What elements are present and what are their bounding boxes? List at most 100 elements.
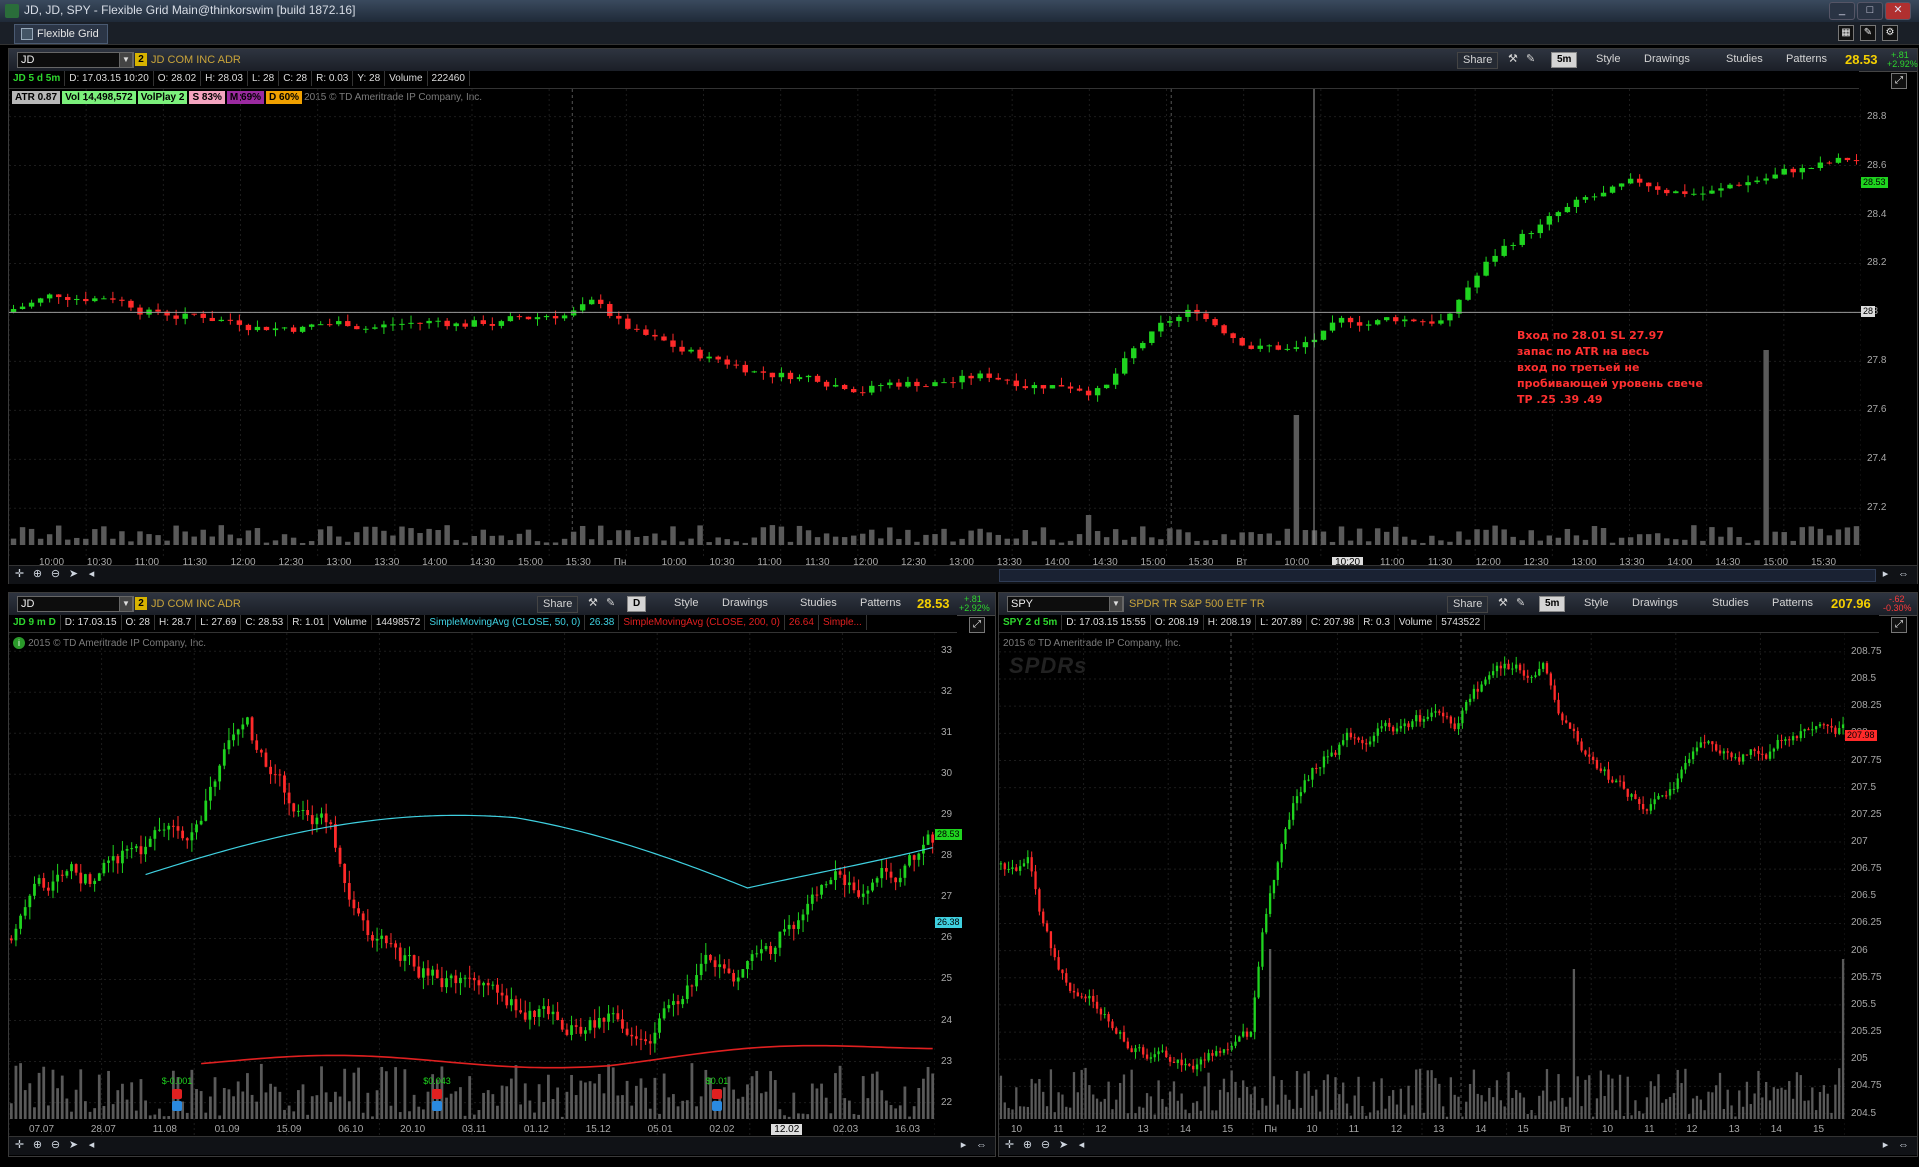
studies-button[interactable]: Studies [1721, 52, 1768, 67]
zoom-in-icon[interactable]: ⊕ [31, 568, 44, 581]
y-tick-label: 27.2 [1867, 502, 1887, 514]
symbol-dropdown[interactable]: ▼ [119, 52, 133, 68]
crosshair-icon[interactable]: ✛ [13, 1139, 26, 1152]
expand-time-icon[interactable]: ⇔ [1897, 1139, 1910, 1152]
crosshair-icon[interactable]: ✛ [1003, 1139, 1016, 1152]
tools-icon[interactable]: ⚒ [1503, 52, 1523, 67]
volume-bar [19, 527, 26, 545]
symbol-input[interactable]: JD [17, 52, 134, 68]
studies-button[interactable]: Studies [1707, 596, 1754, 611]
close-button[interactable]: ✕ [1885, 2, 1911, 20]
x-axis-bottom-left: 07.07 28.07 11.08 01.09 15.09 06.10 20.10 03.11… [9, 1120, 935, 1135]
horizontal-scrollbar[interactable] [999, 569, 1876, 582]
scroll-left-icon[interactable]: ◂ [85, 568, 98, 581]
scroll-left-icon[interactable]: ◂ [85, 1139, 98, 1152]
period-button[interactable]: 5m [1551, 52, 1578, 68]
symbol-input[interactable]: SPY [1007, 596, 1124, 612]
symbol-dropdown[interactable]: ▼ [119, 596, 133, 612]
candle-body [1564, 206, 1571, 213]
pointer-icon[interactable]: ➤ [1057, 1139, 1070, 1152]
candle-body [597, 1017, 601, 1028]
price-chart-top[interactable] [9, 89, 1861, 559]
style-button[interactable]: Style [1591, 52, 1625, 67]
candle-body [1684, 762, 1687, 770]
x-axis-bottom-right: 10 11 12 13 14 15 Пн 10 11 12 13 14 15 Вт 10 11 12 13 14 15 [999, 1120, 1845, 1135]
volume-bar [1718, 1072, 1722, 1119]
drawings-button[interactable]: Drawings [1627, 596, 1683, 611]
expand-time-icon[interactable]: ⇔ [1897, 568, 1910, 581]
chart-expand-icon[interactable]: ⤢ [1891, 617, 1907, 633]
candle-body [565, 1029, 569, 1035]
gear-icon[interactable]: ⚙ [1882, 25, 1898, 41]
candle-body [1094, 388, 1101, 396]
style-button[interactable]: Style [669, 596, 703, 611]
candle-body [1199, 1059, 1203, 1065]
candle-body [1718, 188, 1724, 191]
volume-bar [1280, 1079, 1283, 1119]
candle-body [1411, 319, 1417, 322]
y-tick-label: 207 [1851, 835, 1868, 847]
style-button[interactable]: Style [1579, 596, 1613, 611]
tools-icon[interactable]: ⚒ [583, 596, 603, 611]
volume-bar [1618, 537, 1625, 545]
chart-expand-icon[interactable]: ⤢ [1891, 73, 1907, 89]
price-chart-bottom-left[interactable]: $-0.001 $0.043 $0.01 [9, 633, 935, 1135]
patterns-button[interactable]: Patterns [855, 596, 906, 611]
zoom-out-icon[interactable]: ⊖ [49, 568, 62, 581]
link-badge[interactable]: 2 [135, 597, 147, 610]
volume-bar [1595, 1098, 1599, 1119]
patterns-button[interactable]: Patterns [1781, 52, 1832, 67]
period-button[interactable]: 5m [1539, 596, 1566, 612]
period-button[interactable]: D [627, 596, 647, 612]
minimize-button[interactable]: _ [1829, 2, 1855, 20]
note-line-2: запас по ATR на весь [1517, 345, 1650, 358]
tools-icon[interactable]: ⚒ [1493, 596, 1513, 611]
maximize-button[interactable]: □ [1857, 2, 1883, 20]
scroll-right-icon[interactable]: ▸ [1879, 568, 1892, 581]
candle-body [875, 878, 879, 883]
share-button[interactable]: Share [537, 596, 579, 613]
symbol-input[interactable]: JD [17, 596, 134, 612]
volume-bar [543, 542, 550, 545]
price-chart-bottom-right[interactable] [999, 633, 1845, 1135]
share-button[interactable]: Share [1457, 52, 1499, 69]
candle-body [1784, 739, 1787, 741]
share-button[interactable]: Share [1447, 596, 1489, 613]
candle-body [486, 982, 490, 986]
studies-button[interactable]: Studies [795, 596, 842, 611]
volume-bar [679, 541, 685, 545]
volume-bar [1076, 534, 1083, 545]
scroll-left-icon[interactable]: ◂ [1075, 1139, 1088, 1152]
patterns-button[interactable]: Patterns [1767, 596, 1818, 611]
pointer-icon[interactable]: ➤ [67, 568, 80, 581]
link-badge[interactable]: 2 [135, 53, 147, 66]
tab-flexible-grid[interactable]: Flexible Grid [14, 24, 108, 44]
crosshair-icon[interactable]: ✛ [13, 568, 26, 581]
wrench-icon[interactable]: ✎ [601, 596, 620, 611]
candle-body [1011, 867, 1014, 869]
volume-bar [1826, 1093, 1829, 1119]
zoom-out-icon[interactable]: ⊖ [49, 1139, 62, 1152]
zoom-out-icon[interactable]: ⊖ [1039, 1139, 1052, 1152]
scroll-right-icon[interactable]: ▸ [1879, 1139, 1892, 1152]
volume-bar [1330, 1109, 1333, 1119]
drawings-button[interactable]: Drawings [717, 596, 773, 611]
volume-bar [769, 525, 776, 545]
zoom-in-icon[interactable]: ⊕ [31, 1139, 44, 1152]
expand-time-icon[interactable]: ⇔ [975, 1139, 988, 1152]
volume-bar [1238, 1097, 1241, 1119]
grid-layout-icon[interactable]: ▦ [1838, 25, 1854, 41]
zoom-in-icon[interactable]: ⊕ [1021, 1139, 1034, 1152]
wrench-icon[interactable]: ✎ [1511, 596, 1530, 611]
wrench-icon[interactable]: ✎ [1521, 52, 1540, 67]
symbol-dropdown[interactable]: ▼ [1109, 596, 1123, 612]
drawings-button[interactable]: Drawings [1639, 52, 1695, 67]
note-line-3: вход по третьей не [1517, 361, 1640, 374]
volume-bar [1429, 535, 1435, 545]
pin-icon[interactable]: ✎ [1860, 25, 1876, 41]
candle-body [171, 825, 175, 827]
pointer-icon[interactable]: ➤ [67, 1139, 80, 1152]
scroll-right-icon[interactable]: ▸ [957, 1139, 970, 1152]
chart-expand-icon[interactable]: ⤢ [969, 617, 985, 633]
candle-body [1609, 186, 1616, 193]
